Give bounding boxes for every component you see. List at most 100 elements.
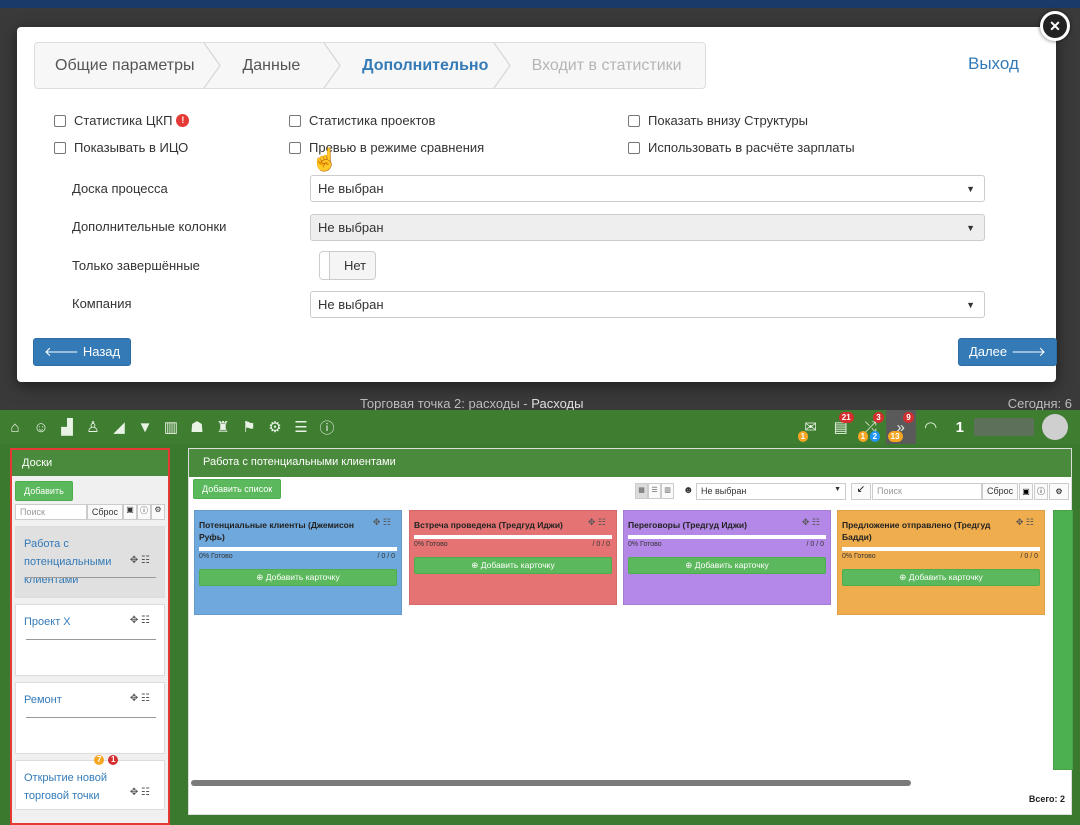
home-icon[interactable]: ⌂ [4, 416, 26, 438]
horizontal-scrollbar[interactable] [191, 780, 911, 786]
responsible-select[interactable]: Не выбран ▼ [696, 483, 846, 500]
forward-badge-bottom: 13 [887, 431, 903, 442]
bar-chart-icon[interactable]: ▥ [160, 416, 182, 438]
factory-icon[interactable]: ▟ [56, 416, 78, 438]
add-list-button[interactable]: Добавить список [193, 479, 282, 499]
column-progress-bar [842, 547, 1040, 551]
column-controls-icon[interactable]: ✥ ☷ [1016, 517, 1034, 528]
boards-search-input[interactable]: Поиск [15, 504, 87, 520]
checkbox-box[interactable] [289, 114, 301, 127]
info-icon[interactable]: ⓘ [316, 416, 338, 438]
add-board-button[interactable]: Добавить [15, 481, 73, 501]
kanban-title: Работа с потенциальными клиентами [189, 449, 1071, 477]
add-card-button[interactable]: ⊕ Добавить карточку [199, 569, 397, 586]
column-controls-icon[interactable]: ✥ ☷ [588, 517, 606, 528]
view-chart-icon[interactable]: ▥ [661, 483, 674, 499]
board-item-controls-icon[interactable]: ✥ ☷ [130, 615, 150, 626]
flag-icon[interactable]: ⚑ [238, 416, 260, 438]
toggle-knob[interactable] [320, 252, 330, 279]
kanban-search-input[interactable]: Поиск [872, 483, 982, 500]
headset-icon[interactable]: ◠ [916, 410, 946, 444]
tasks-icon[interactable]: ▤ 21 [826, 410, 856, 444]
kanban-column-title[interactable]: Потенциальные клиенты (Джемисон Руфь) [199, 519, 359, 543]
use-salary-checkbox[interactable]: Использовать в расчёте зарплаты [628, 140, 855, 155]
background-today: Сегодня: 6 [1007, 396, 1072, 411]
kanban-print-icon[interactable]: ▣ [1019, 483, 1033, 500]
checkbox-box[interactable] [628, 114, 640, 127]
process-board-select[interactable]: Не выбран ▼ [310, 175, 985, 202]
shuffle-icon[interactable]: ⤮ 3 1 2 [856, 410, 886, 444]
board-item[interactable]: Проект Х ✥ ☷ [15, 604, 165, 676]
stat-ckp-checkbox[interactable]: Статистика ЦКП ! [54, 113, 190, 128]
stat-projects-checkbox[interactable]: Статистика проектов [289, 113, 435, 128]
moneybag-icon[interactable]: ♜ [212, 416, 234, 438]
mail-icon[interactable]: ✉ 1 [796, 410, 826, 444]
tab-data[interactable]: Данные [222, 43, 342, 88]
board-item-controls-icon[interactable]: ✥ ☷ [130, 693, 150, 704]
step-arrow-icon [493, 43, 511, 88]
exit-link[interactable]: Выход [968, 54, 1019, 74]
add-card-button[interactable]: ⊕ Добавить карточку [842, 569, 1040, 586]
kanban-gear-icon[interactable]: ⚙ [1049, 483, 1069, 500]
board-item[interactable]: 7 1 Открытие новой торговой точки ✥ ☷ [15, 755, 165, 810]
show-ico-checkbox[interactable]: Показывать в ИЦО [54, 140, 188, 155]
checkbox-box[interactable] [628, 141, 640, 154]
user-name[interactable] [974, 418, 1034, 436]
checkbox-box[interactable] [54, 114, 66, 127]
gear-icon[interactable]: ⚙ [264, 416, 286, 438]
list-icon[interactable]: ☰ [290, 416, 312, 438]
users-icon[interactable]: ☺ [30, 416, 52, 438]
company-select[interactable]: Не выбран ▼ [310, 291, 985, 318]
boards-info-icon[interactable]: ⓘ [137, 504, 151, 520]
column-controls-icon[interactable]: ✥ ☷ [802, 517, 820, 528]
board-item[interactable]: Ремонт ✥ ☷ [15, 682, 165, 754]
kanban-column-partial [1053, 510, 1073, 770]
kanban-info-icon[interactable]: ⓘ [1034, 483, 1048, 500]
board-item-label[interactable]: Работа с потенциальными клиентами [24, 535, 120, 589]
back-button[interactable]: 🡐 Назад [33, 338, 132, 366]
collapse-arrow-button[interactable]: ↙ [851, 483, 871, 500]
board-item[interactable]: Работа с потенциальными клиентами ✥ ☷ [15, 526, 165, 598]
close-icon[interactable]: ✕ [1040, 11, 1070, 41]
extra-columns-select[interactable]: Не выбран ▼ [310, 214, 985, 241]
board-item-label[interactable]: Проект Х [24, 613, 120, 631]
hat-icon[interactable]: ☗ [186, 416, 208, 438]
wizard-steps: Общие параметры Данные Дополнительно Вхо… [34, 42, 706, 89]
kanban-column-title[interactable]: Встреча проведена (Тредгуд Иджи) [414, 519, 574, 531]
boards-panel: Доски Добавить Поиск Сброс ▣ ⓘ ⚙ Работа … [10, 448, 170, 825]
view-grid-icon[interactable]: ▦ [635, 483, 648, 499]
forward-badge-top: 9 [903, 412, 914, 423]
column-controls-icon[interactable]: ✥ ☷ [373, 517, 391, 528]
kanban-column: Предложение отправлено (Тредгуд Бадди) ✥… [837, 510, 1045, 615]
column-progress-bar [414, 535, 612, 539]
kanban-column-title[interactable]: Переговоры (Тредгуд Иджи) [628, 519, 788, 531]
show-structure-checkbox[interactable]: Показать внизу Структуры [628, 113, 808, 128]
column-count: / 0 / 0 [592, 541, 610, 548]
checkbox-box[interactable] [289, 141, 301, 154]
boards-reset-button[interactable]: Сброс [86, 504, 123, 520]
board-item-label[interactable]: Ремонт [24, 691, 120, 709]
only-completed-toggle[interactable]: Нет [319, 251, 376, 280]
boards-print-icon[interactable]: ▣ [123, 504, 137, 520]
column-count: / 0 / 0 [1020, 553, 1038, 560]
column-ready: 0% Готово [628, 541, 662, 548]
boards-gear-icon[interactable]: ⚙ [151, 504, 165, 520]
kanban-reset-button[interactable]: Сброс [982, 483, 1018, 500]
tab-statistics[interactable]: Входит в статистики [512, 43, 705, 88]
board-item-controls-icon[interactable]: ✥ ☷ [130, 787, 150, 798]
chart-icon[interactable]: ◢ [108, 416, 130, 438]
kanban-column-title[interactable]: Предложение отправлено (Тредгуд Бадди) [842, 519, 1002, 543]
tab-additional[interactable]: Дополнительно [342, 43, 512, 88]
next-button[interactable]: Далее 🡒 [958, 338, 1057, 366]
org-chart-icon[interactable]: ♙ [82, 416, 104, 438]
add-card-button[interactable]: ⊕ Добавить карточку [414, 557, 612, 574]
checkbox-box[interactable] [54, 141, 66, 154]
tab-general[interactable]: Общие параметры [35, 43, 222, 88]
forward-icon[interactable]: » 9 13 [885, 410, 916, 444]
view-list-icon[interactable]: ☰ [648, 483, 661, 499]
filter-icon[interactable]: ▼ [134, 416, 156, 438]
board-item-controls-icon[interactable]: ✥ ☷ [130, 555, 150, 566]
add-card-button[interactable]: ⊕ Добавить карточку [628, 557, 826, 574]
kanban-column: Потенциальные клиенты (Джемисон Руфь) ✥ … [194, 510, 402, 615]
avatar[interactable] [1042, 414, 1068, 440]
